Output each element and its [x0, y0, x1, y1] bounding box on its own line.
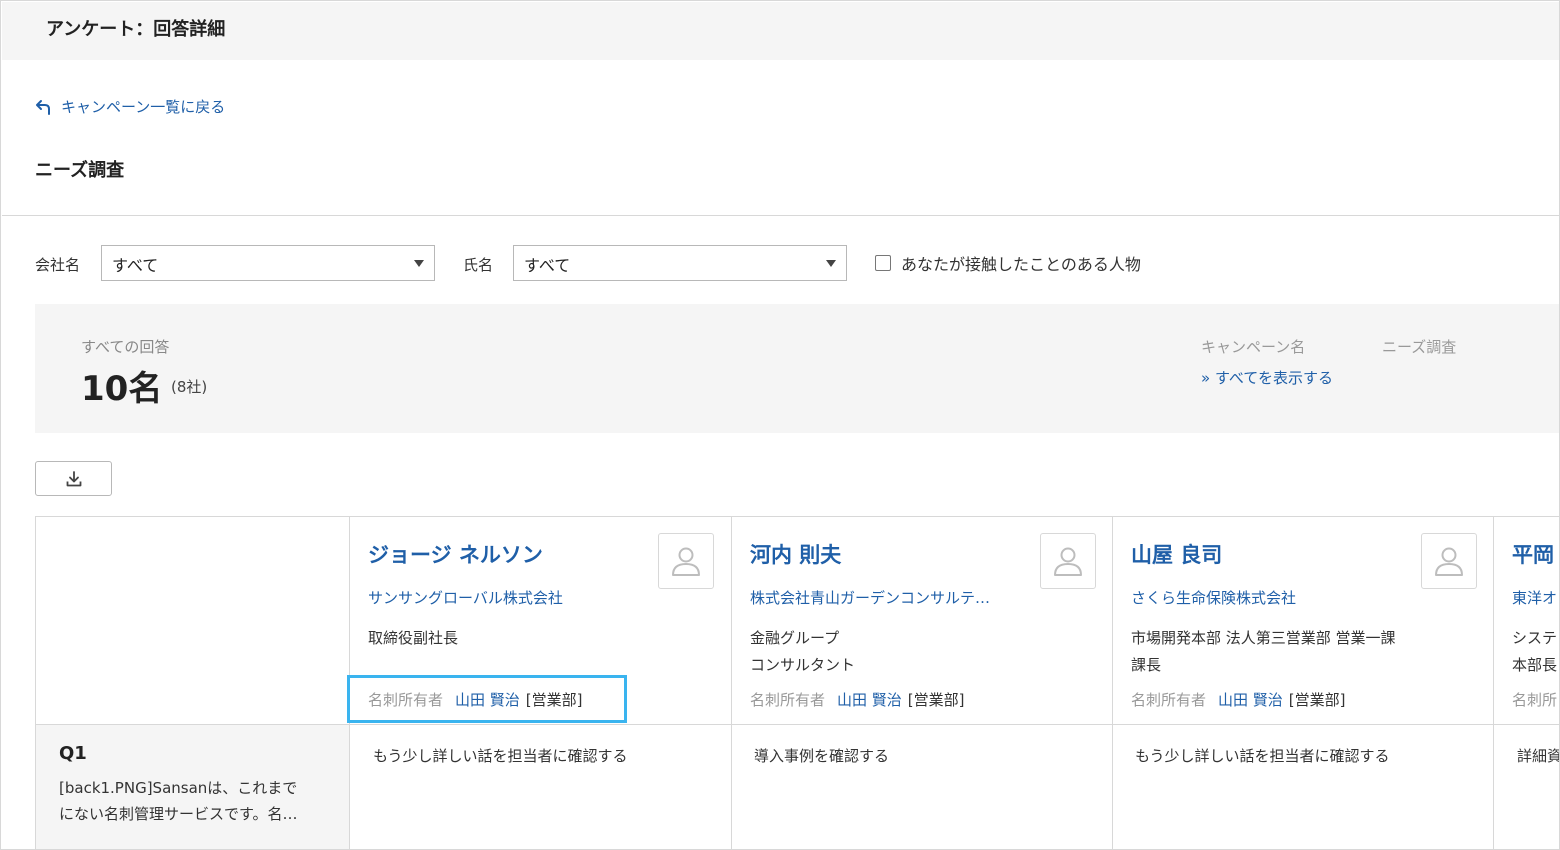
respondent-name[interactable]: 平岡: [1512, 539, 1554, 569]
answer-cell: もう少し詳しい話を担当者に確認する: [1135, 747, 1390, 765]
respondent-company[interactable]: さくら生命保険株式会社: [1131, 587, 1403, 608]
respondent-title: 取締役副社長: [368, 625, 458, 652]
respondent-card: 平岡 東洋オ システ 本部長 名刺所: [1494, 517, 1559, 724]
respondent-company[interactable]: 株式会社青山ガーデンコンサルテ…: [750, 587, 1022, 608]
card-owner: 名刺所有者 山田 賢治 [営業部]: [750, 689, 965, 710]
card-owner: 名刺所: [1512, 689, 1559, 710]
answer-cell: 詳細資: [1517, 747, 1560, 765]
question-text-line: [back1.PNG]Sansanは、これまで: [59, 779, 298, 797]
avatar: [658, 533, 714, 589]
back-arrow-icon: [36, 99, 50, 115]
respondent-card: 山屋 良司 さくら生命保険株式会社 市場開発本部 法人第三営業部 営業一課 課長…: [1113, 517, 1493, 724]
card-owner-dept: [営業部]: [907, 691, 965, 709]
card-owner-dept: [営業部]: [1288, 691, 1346, 709]
respondent-card: 河内 則夫 株式会社青山ガーデンコンサルテ… 金融グループ コンサルタント 名刺…: [732, 517, 1112, 724]
back-to-campaigns-link[interactable]: キャンペーン一覧に戻る: [35, 96, 225, 117]
title-line: コンサルタント: [750, 656, 856, 674]
chevron-down-icon: [414, 260, 424, 267]
download-button[interactable]: [35, 461, 112, 496]
all-responses-label: すべての回答: [81, 338, 170, 356]
chevron-down-icon: [826, 260, 836, 267]
avatar: [1421, 533, 1477, 589]
respondent-company[interactable]: サンサングローバル株式会社: [368, 587, 640, 608]
show-all-link[interactable]: » すべてを表示する: [1201, 367, 1333, 388]
company-filter-value: すべて: [112, 256, 159, 275]
back-link-label[interactable]: キャンペーン一覧に戻る: [61, 96, 225, 117]
person-placeholder-icon: [1054, 547, 1082, 576]
company-count: (8社): [171, 378, 208, 396]
respondent-name[interactable]: 山屋 良司: [1131, 539, 1222, 569]
respondent-name[interactable]: ジョージ ネルソン: [368, 539, 543, 569]
card-owner: 名刺所有者 山田 賢治 [営業部]: [1131, 689, 1346, 710]
card-owner-label: 名刺所有者: [750, 691, 826, 709]
question-cell: Q1 [back1.PNG]Sansanは、これまで にない名刺管理サービスです…: [36, 725, 349, 849]
respondent-title: システ 本部長: [1512, 625, 1557, 679]
download-icon: [66, 470, 81, 486]
title-line: 本部長: [1512, 656, 1558, 674]
respondent-company[interactable]: 東洋オ: [1512, 587, 1559, 608]
contacted-checkbox-label: あなたが接触したことのある人物: [901, 255, 1141, 274]
divider: [2, 215, 1559, 216]
title-line: 市場開発本部 法人第三営業部 営業一課: [1131, 629, 1396, 647]
respondent-title: 金融グループ コンサルタント: [750, 625, 855, 679]
answer-cell: もう少し詳しい話を担当者に確認する: [373, 747, 628, 765]
question-text-line: にない名刺管理サービスです。名…: [59, 805, 298, 823]
name-filter-select[interactable]: すべて: [513, 245, 847, 281]
title-line: 金融グループ: [750, 629, 840, 647]
company-filter-label: 会社名: [35, 256, 81, 274]
contacted-checkbox[interactable]: [875, 255, 891, 271]
avatar: [1040, 533, 1096, 589]
title-line: システ: [1512, 629, 1558, 647]
card-owner-name[interactable]: 山田 賢治: [1218, 691, 1283, 709]
card-owner-highlight: [347, 675, 627, 723]
campaign-name-value: ニーズ調査: [1382, 338, 1457, 356]
question-text: [back1.PNG]Sansanは、これまで にない名刺管理サービスです。名…: [59, 775, 334, 827]
contacted-filter[interactable]: あなたが接触したことのある人物: [875, 251, 1141, 275]
respondent-title: 市場開発本部 法人第三営業部 営業一課 課長: [1131, 625, 1396, 679]
page-header: アンケート：回答詳細: [2, 2, 1559, 60]
summary-panel: すべての回答 10名 (8社) キャンペーン名 ニーズ調査 » すべてを表示する: [35, 304, 1559, 433]
respondent-name[interactable]: 河内 則夫: [750, 539, 841, 569]
person-placeholder-icon: [672, 547, 700, 576]
title-line: 取締役副社長: [368, 629, 459, 647]
title-line: 課長: [1131, 656, 1162, 674]
person-placeholder-icon: [1435, 547, 1463, 576]
name-filter-value: すべて: [524, 256, 571, 275]
name-filter-label: 氏名: [463, 256, 494, 274]
card-owner-label: 名刺所有者: [1131, 691, 1207, 709]
answer-cell: 導入事例を確認する: [754, 747, 890, 765]
card-owner-label: 名刺所: [1512, 691, 1558, 709]
company-filter-select[interactable]: すべて: [101, 245, 435, 281]
campaign-name-label: キャンペーン名: [1201, 338, 1306, 356]
survey-title: ニーズ調査: [35, 160, 125, 181]
response-count: 10名: [81, 369, 163, 409]
question-number: Q1: [59, 743, 87, 764]
page-title: アンケート：回答詳細: [46, 19, 226, 40]
card-owner-name[interactable]: 山田 賢治: [837, 691, 902, 709]
app-window: アンケート：回答詳細 キャンペーン一覧に戻る ニーズ調査 会社名 すべて 氏名 …: [0, 0, 1560, 850]
